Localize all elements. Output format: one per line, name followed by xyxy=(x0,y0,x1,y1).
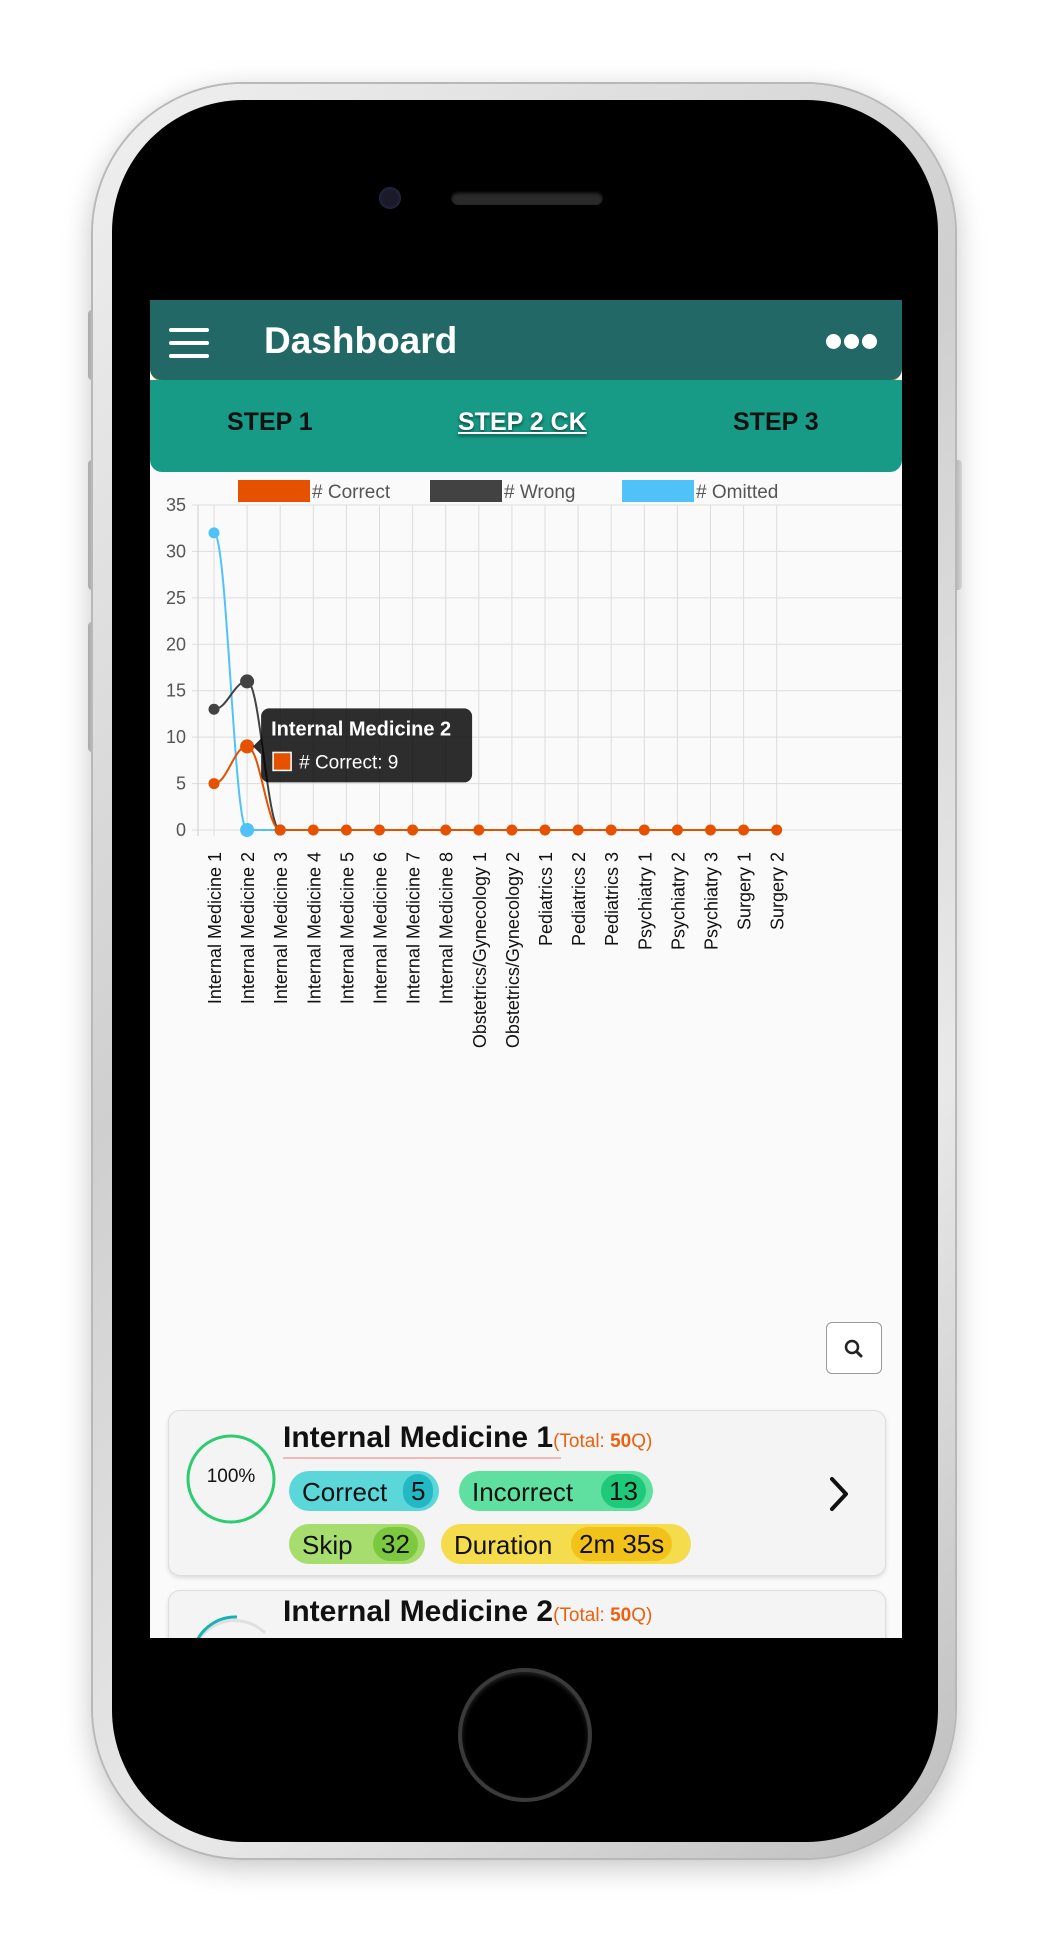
y-tick-label: 20 xyxy=(166,634,186,654)
data-point xyxy=(506,824,518,836)
x-tick-label: Internal Medicine 4 xyxy=(304,852,324,1004)
skip-badge: Skip 32 xyxy=(289,1524,425,1564)
legend-swatch xyxy=(238,480,310,502)
home-button[interactable] xyxy=(458,1668,592,1802)
chevron-right-icon[interactable] xyxy=(823,1469,855,1519)
subject-card[interactable]: 100% Internal Medicine 1(Total: 50Q) Cor… xyxy=(168,1410,886,1576)
incorrect-count: 13 xyxy=(601,1474,646,1508)
data-point xyxy=(671,824,683,836)
data-point xyxy=(572,824,584,836)
tab-step-2-ck[interactable]: STEP 2 CK xyxy=(458,408,587,437)
search-icon xyxy=(844,1339,863,1358)
duration-badge: Duration 2m 35s xyxy=(441,1524,691,1564)
subject-name: Internal Medicine 1 xyxy=(283,1421,554,1454)
incorrect-label: Incorrect xyxy=(472,1477,574,1507)
progress-ring xyxy=(196,1615,267,1638)
data-point xyxy=(208,527,220,539)
x-tick-label: Pediatrics 2 xyxy=(569,852,589,946)
tab-step-3[interactable]: STEP 3 xyxy=(733,408,819,437)
x-tick-label: Obstetrics/Gynecology 2 xyxy=(503,852,523,1048)
correct-count: 5 xyxy=(403,1474,434,1508)
legend-swatch xyxy=(430,480,502,502)
data-point xyxy=(705,824,716,836)
x-tick-label: Internal Medicine 7 xyxy=(404,852,424,1004)
data-point xyxy=(240,674,255,689)
x-tick-label: Internal Medicine 3 xyxy=(271,852,291,1004)
y-tick-label: 30 xyxy=(166,541,186,561)
x-tick-label: Internal Medicine 1 xyxy=(205,852,225,1004)
data-point xyxy=(440,824,452,836)
data-point xyxy=(605,824,617,836)
x-tick-label: Internal Medicine 6 xyxy=(371,852,391,1004)
legend-label: # Omitted xyxy=(696,482,778,503)
data-point xyxy=(208,778,220,790)
performance-line-chart[interactable]: 0 5 10 15 20 25 30 35 Internal Medicine 1 Interna… xyxy=(150,480,902,1200)
progress-percent: 100% xyxy=(206,1466,256,1487)
earpiece-speaker xyxy=(451,191,603,205)
title-underline xyxy=(283,1457,561,1459)
data-point xyxy=(240,823,255,837)
correct-badge: Correct 5 xyxy=(289,1471,439,1511)
step-tab-bar: STEP 1 STEP 2 CK STEP 3 xyxy=(150,380,902,472)
data-point xyxy=(539,824,551,836)
tooltip-pointer xyxy=(253,738,262,755)
total-questions: (Total: 50Q) xyxy=(553,1431,653,1452)
hamburger-menu-icon[interactable] xyxy=(169,328,209,358)
data-point xyxy=(771,824,783,836)
correct-label: Correct xyxy=(302,1477,388,1507)
y-tick-label: 10 xyxy=(166,727,186,747)
data-point xyxy=(738,824,750,836)
data-point xyxy=(340,824,352,836)
data-point xyxy=(473,824,485,836)
data-point xyxy=(638,824,650,836)
total-questions: (Total: 50Q) xyxy=(553,1605,653,1626)
data-point xyxy=(374,824,385,836)
card-title: Internal Medicine 1(Total: 50Q) xyxy=(283,1421,652,1455)
app-screen: Dashboard STEP 1 STEP 2 CK STEP 3 0 5 10 15… xyxy=(150,300,902,1638)
search-button[interactable] xyxy=(826,1322,882,1374)
duration-value: 2m 35s xyxy=(571,1527,673,1561)
x-tick-label: Internal Medicine 8 xyxy=(437,852,457,1004)
legend-label: # Correct xyxy=(312,482,391,503)
duration-label: Duration xyxy=(454,1530,553,1560)
data-point xyxy=(274,824,286,836)
skip-count: 32 xyxy=(373,1527,418,1561)
tab-step-1[interactable]: STEP 1 xyxy=(227,408,313,437)
y-tick-label: 15 xyxy=(166,681,186,701)
page-title: Dashboard xyxy=(264,320,458,361)
card-title: Internal Medicine 2(Total: 50Q) xyxy=(283,1595,652,1629)
data-point xyxy=(208,703,220,715)
y-tick-label: 35 xyxy=(166,495,186,515)
x-tick-label: Psychiatry 3 xyxy=(702,852,722,950)
app-bar: Dashboard xyxy=(150,300,902,381)
tooltip-swatch xyxy=(272,751,292,772)
x-tick-label: Internal Medicine 2 xyxy=(238,852,258,1004)
subject-name: Internal Medicine 2 xyxy=(283,1595,554,1628)
legend-swatch xyxy=(622,480,694,502)
tooltip-label: # Correct: 9 xyxy=(299,752,398,773)
x-tick-label: Surgery 2 xyxy=(768,852,788,930)
data-point xyxy=(407,824,419,836)
x-tick-label: Surgery 1 xyxy=(735,852,755,930)
x-tick-label: Psychiatry 1 xyxy=(635,852,655,950)
data-point xyxy=(307,824,319,836)
y-tick-label: 0 xyxy=(176,820,186,840)
front-camera-icon xyxy=(379,187,401,209)
x-tick-label: Pediatrics 3 xyxy=(602,852,622,946)
legend-label: # Wrong xyxy=(504,482,575,503)
x-tick-label: Internal Medicine 5 xyxy=(337,852,357,1004)
data-point xyxy=(240,739,255,754)
tooltip-title: Internal Medicine 2 xyxy=(271,718,451,740)
x-tick-label: Obstetrics/Gynecology 1 xyxy=(470,852,490,1048)
subject-card[interactable]: Internal Medicine 2(Total: 50Q) xyxy=(168,1590,886,1638)
x-tick-label: Psychiatry 2 xyxy=(668,852,688,950)
more-dots-icon[interactable] xyxy=(826,332,878,352)
y-tick-label: 5 xyxy=(176,774,186,794)
skip-label: Skip xyxy=(302,1530,353,1560)
y-tick-label: 25 xyxy=(166,588,186,608)
incorrect-badge: Incorrect 13 xyxy=(459,1471,653,1511)
x-tick-label: Pediatrics 1 xyxy=(536,852,556,946)
